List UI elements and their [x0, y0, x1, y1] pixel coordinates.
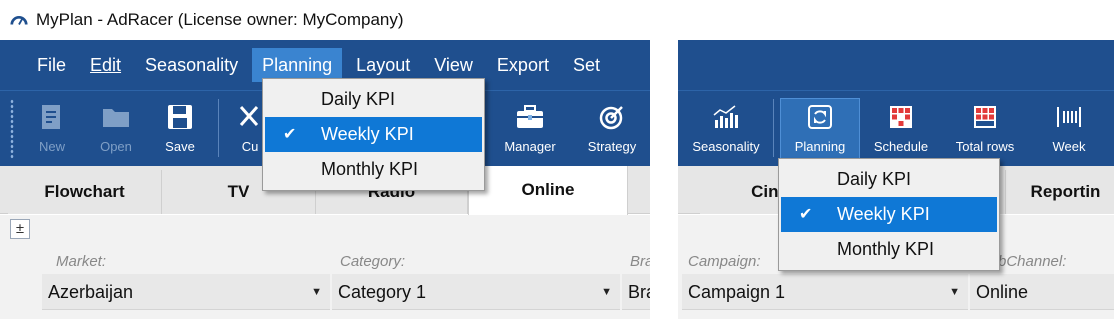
subchannel-select[interactable]: Online	[970, 274, 1114, 310]
menu-layout[interactable]: Layout	[346, 48, 420, 82]
market-select[interactable]: Azerbaijan ▼	[42, 274, 330, 310]
tab-online[interactable]: Online	[468, 166, 628, 215]
category-label: Category:	[340, 253, 406, 270]
new-button-label: New	[38, 139, 65, 154]
chevron-down-icon: ▼	[949, 286, 960, 298]
title-bar: MyPlan - AdRacer (License owner: MyCompa…	[0, 0, 660, 40]
total-rows-icon	[974, 106, 996, 128]
menu-item-monthly-kpi[interactable]: Monthly KPI	[781, 232, 997, 267]
brand-label: Bra	[630, 253, 650, 270]
campaign-label: Campaign:	[688, 253, 761, 270]
manager-button[interactable]: Manager	[494, 99, 566, 154]
target-icon	[599, 106, 623, 130]
menu-export[interactable]: Export	[487, 48, 559, 82]
menu-item-weekly-kpi[interactable]: ✔ Weekly KPI	[781, 197, 997, 232]
app-logo-icon	[10, 16, 28, 25]
filter-area: ± Market: Azerbaijan ▼ Category: Categor…	[0, 215, 650, 319]
checkmark-icon: ✔	[799, 206, 813, 223]
chevron-down-icon: ▼	[311, 286, 322, 298]
market-label: Market:	[56, 253, 107, 270]
checkmark-icon: ✔	[283, 126, 297, 143]
right-screenshot-panel: Seasonality Planning Schedule Total rows…	[678, 40, 1114, 319]
chevron-down-icon: ▼	[601, 286, 612, 298]
new-button[interactable]: New	[16, 99, 88, 154]
planning-button[interactable]: Planning	[780, 98, 860, 160]
brand-value: Bra	[628, 282, 650, 302]
toolbar-grip	[10, 99, 14, 159]
campaign-value: Campaign 1	[688, 282, 786, 302]
schedule-button[interactable]: Schedule	[864, 99, 938, 154]
left-screenshot-panel: File Edit Seasonality Planning Layout Vi…	[0, 40, 650, 319]
new-document-icon	[42, 105, 60, 129]
planning-button-label: Planning	[794, 139, 846, 154]
toolbar-separator	[773, 99, 774, 157]
seasonality-button-label: Seasonality	[692, 139, 760, 154]
open-button-label: Open	[100, 139, 132, 154]
manager-button-label: Manager	[504, 139, 556, 154]
open-button[interactable]: Open	[80, 99, 152, 154]
tab-reporting[interactable]: Reportin	[1006, 170, 1114, 214]
toolbar-right: Seasonality Planning Schedule Total rows…	[678, 90, 1114, 166]
campaign-select[interactable]: Campaign 1 ▼	[682, 274, 968, 310]
save-button[interactable]: Save	[144, 99, 216, 154]
week-icon	[1057, 107, 1081, 127]
brand-select[interactable]: Bra	[622, 274, 650, 310]
save-icon	[168, 105, 192, 129]
panel-gap	[650, 40, 678, 319]
menu-bar-right	[678, 40, 1114, 90]
folder-icon	[103, 109, 129, 127]
menu-file[interactable]: File	[27, 48, 76, 82]
category-value: Category 1	[338, 282, 427, 302]
cut-icon	[239, 106, 259, 126]
total-rows-button-label: Total rows	[955, 139, 1015, 154]
save-button-label: Save	[165, 139, 195, 154]
menu-item-weekly-kpi[interactable]: ✔ Weekly KPI	[265, 117, 482, 152]
menu-edit-label: Edit	[90, 55, 122, 75]
menu-seasonality[interactable]: Seasonality	[135, 48, 248, 82]
monthly-kpi-label: Monthly KPI	[321, 159, 419, 179]
category-select[interactable]: Category 1 ▼	[332, 274, 620, 310]
window-title: MyPlan - AdRacer (License owner: MyCompa…	[36, 10, 404, 29]
week-button-label: Week	[1052, 139, 1086, 154]
expand-collapse-button[interactable]: ±	[10, 219, 30, 239]
daily-kpi-label: Daily KPI	[837, 169, 912, 189]
schedule-button-label: Schedule	[873, 139, 929, 154]
menu-item-daily-kpi[interactable]: Daily KPI	[265, 82, 482, 117]
market-value: Azerbaijan	[48, 282, 134, 302]
menu-item-daily-kpi[interactable]: Daily KPI	[781, 162, 997, 197]
seasonality-button[interactable]: Seasonality	[684, 99, 768, 154]
schedule-grid-icon	[890, 106, 912, 128]
subchannel-label: bChannel:	[998, 253, 1067, 270]
bar-chart-icon	[713, 105, 738, 128]
menu-settings[interactable]: Set	[563, 48, 610, 82]
planning-dropdown-menu: Daily KPI ✔ Weekly KPI Monthly KPI	[262, 78, 485, 191]
total-rows-button[interactable]: Total rows	[946, 99, 1024, 154]
daily-kpi-label: Daily KPI	[321, 89, 396, 109]
menu-view[interactable]: View	[424, 48, 483, 82]
planning-icon	[808, 105, 832, 129]
strategy-button[interactable]: Strategy	[576, 99, 648, 154]
menu-edit[interactable]: Edit	[80, 48, 131, 82]
menu-planning[interactable]: Planning	[252, 48, 343, 82]
planning-dropdown-menu-right: Daily KPI ✔ Weekly KPI Monthly KPI	[778, 158, 1000, 271]
briefcase-icon	[517, 105, 543, 128]
week-button[interactable]: Week	[1034, 99, 1104, 154]
strategy-button-label: Strategy	[587, 139, 637, 154]
subchannel-value: Online	[976, 282, 1029, 302]
tab-flowchart[interactable]: Flowchart	[8, 170, 162, 214]
monthly-kpi-label: Monthly KPI	[837, 239, 935, 259]
weekly-kpi-label: Weekly KPI	[837, 204, 930, 224]
weekly-kpi-label: Weekly KPI	[321, 124, 414, 144]
menu-item-monthly-kpi[interactable]: Monthly KPI	[265, 152, 482, 187]
